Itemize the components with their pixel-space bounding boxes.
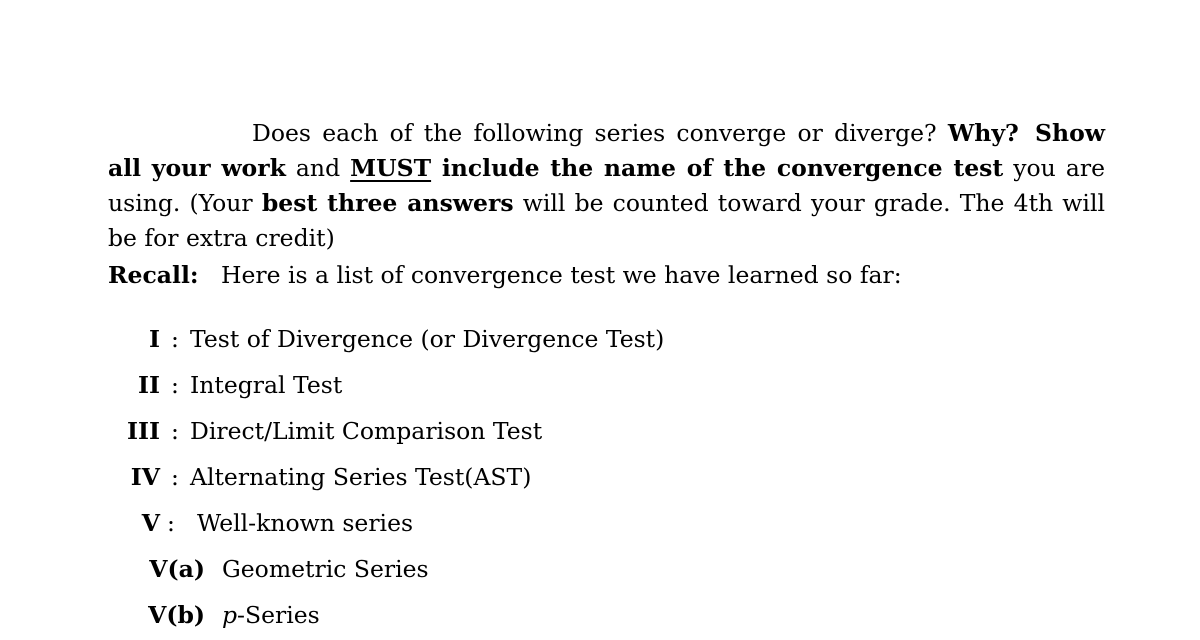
list-label-v-a: V(a)	[149, 555, 205, 583]
list-label-v-b: V(b)	[148, 601, 205, 629]
list-numeral-v: V	[141, 509, 160, 537]
list-item-i: I : Test of Divergence (or Divergence Te…	[0, 316, 664, 362]
list-item-iii: III : Direct/Limit Comparison Test	[0, 408, 664, 454]
list-item-v: V : Well-known series	[0, 500, 664, 546]
list-separator-iii: :	[171, 417, 179, 445]
list-text-v-a-body: Geometric Series	[222, 555, 429, 583]
list-text-ii: Integral Test	[190, 371, 343, 399]
list-item-v-b: V(b) p-Series	[0, 592, 664, 638]
intro-text-segment-1: Does each of the following series conver…	[252, 118, 948, 147]
list-text-v-b-body: -Series	[237, 601, 320, 629]
list-text-v-b-italic-prefix: p	[222, 601, 238, 629]
list-text-v: Well-known series	[197, 509, 414, 537]
list-text-v-b: p-Series	[205, 592, 320, 638]
list-item-ii: II : Integral Test	[0, 362, 664, 408]
list-numeral-i: I	[149, 325, 160, 353]
document-page: Does each of the following series conver…	[0, 0, 1200, 640]
list-numeral-ii: II	[138, 371, 160, 399]
intro-emphasis-must: MUST	[350, 153, 432, 182]
list-text-iii: Direct/Limit Comparison Test	[190, 417, 543, 445]
recall-text: Here is a list of convergence test we ha…	[220, 261, 902, 289]
list-separator-iv: :	[171, 463, 179, 491]
list-text-v-a: Geometric Series	[205, 546, 429, 592]
list-item-iv: IV : Alternating Series Test(AST)	[0, 454, 664, 500]
list-numeral-iv: IV	[130, 463, 160, 491]
list-separator-ii: :	[171, 371, 179, 399]
convergence-test-list: I : Test of Divergence (or Divergence Te…	[0, 316, 664, 638]
intro-paragraph: Does each of the following series conver…	[108, 116, 1105, 256]
intro-emphasis-include-name: include the name of the convergence test	[431, 153, 1004, 182]
list-text-iv: Alternating Series Test(AST)	[190, 463, 532, 491]
list-separator-i: :	[171, 325, 179, 353]
list-numeral-iii: III	[127, 417, 160, 445]
list-text-i: Test of Divergence (or Divergence Test)	[190, 325, 665, 353]
recall-line: Recall: Here is a list of convergence te…	[108, 258, 902, 293]
list-item-v-a: V(a) Geometric Series	[0, 546, 664, 592]
intro-text-segment-and: and	[285, 153, 351, 182]
list-separator-v: :	[167, 509, 175, 537]
intro-emphasis-why: Why?	[947, 118, 1019, 147]
intro-emphasis-best-three-answers: best three answers	[261, 188, 514, 217]
recall-label: Recall:	[108, 261, 199, 289]
